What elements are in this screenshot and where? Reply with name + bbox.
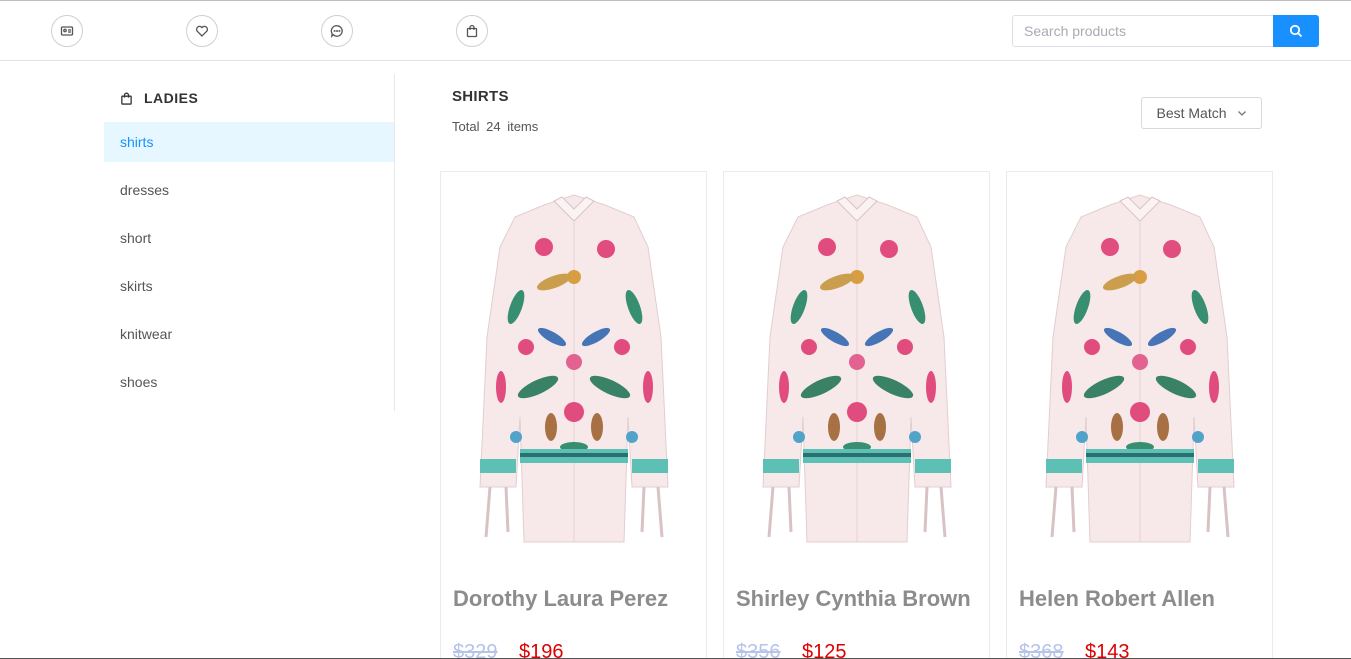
- cart-button[interactable]: [456, 15, 488, 47]
- product-price: $196: [519, 641, 564, 659]
- wishlist-button[interactable]: [186, 15, 218, 47]
- app: LADIES shirts dresses short skirts knitw…: [0, 0, 1351, 659]
- search-icon: [1289, 24, 1303, 38]
- product-image: [1045, 194, 1235, 543]
- total-prefix: Total: [452, 119, 480, 134]
- sort-label: Best Match: [1156, 105, 1227, 121]
- sidebar-item-short[interactable]: short: [104, 218, 394, 258]
- product-name: Helen Robert Allen: [1019, 586, 1215, 611]
- search-bar: [1012, 15, 1319, 47]
- shopping-bag-icon: [466, 24, 478, 38]
- heart-icon: [196, 25, 208, 37]
- product-image: [479, 194, 669, 543]
- chat-icon: [330, 25, 343, 38]
- sidebar-item-label: dresses: [120, 182, 170, 198]
- sidebar-item-label: shoes: [120, 374, 158, 390]
- total-suffix: items: [507, 119, 539, 134]
- sort-dropdown[interactable]: Best Match: [1141, 97, 1262, 129]
- total-count: 24: [486, 119, 501, 134]
- sidebar-item-label: knitwear: [120, 326, 173, 342]
- product-image: [762, 194, 952, 543]
- top-navbar: [0, 1, 1351, 61]
- product-old-price: $356: [736, 641, 781, 659]
- product-price: $125: [802, 641, 847, 659]
- shopping-bag-icon: [121, 92, 132, 105]
- product-card[interactable]: Dorothy Laura Perez $329 $196: [440, 171, 707, 659]
- product-name: Shirley Cynthia Brown: [736, 586, 971, 611]
- product-old-price: $368: [1019, 641, 1064, 659]
- messages-button[interactable]: [321, 15, 353, 47]
- product-card[interactable]: Helen Robert Allen $368 $143: [1006, 171, 1273, 659]
- product-price: $143: [1085, 641, 1130, 659]
- page-title: SHIRTS: [452, 88, 509, 105]
- product-name: Dorothy Laura Perez: [453, 586, 669, 611]
- category-sidebar: LADIES shirts dresses short skirts knitw…: [104, 74, 395, 411]
- sidebar-item-shirts[interactable]: shirts: [104, 122, 394, 162]
- product-card[interactable]: Shirley Cynthia Brown $356 $125: [723, 171, 990, 659]
- sidebar-item-skirts[interactable]: skirts: [104, 266, 394, 306]
- sidebar-item-label: short: [120, 230, 152, 246]
- sidebar-title-label: LADIES: [144, 90, 199, 106]
- sidebar-item-dresses[interactable]: dresses: [104, 170, 394, 210]
- chevron-down-icon: [1237, 111, 1246, 116]
- product-old-price: $329: [453, 641, 498, 659]
- sidebar-title: LADIES: [104, 74, 394, 122]
- sidebar-item-label: shirts: [120, 134, 154, 150]
- sidebar-item-knitwear[interactable]: knitwear: [104, 314, 394, 354]
- total-items: Total 24 items: [452, 119, 538, 134]
- search-input[interactable]: [1012, 15, 1274, 47]
- search-button[interactable]: [1273, 15, 1319, 47]
- id-card-icon: [60, 26, 74, 36]
- sidebar-item-label: skirts: [120, 278, 153, 294]
- profile-button[interactable]: [51, 15, 83, 47]
- sidebar-item-shoes[interactable]: shoes: [104, 362, 394, 402]
